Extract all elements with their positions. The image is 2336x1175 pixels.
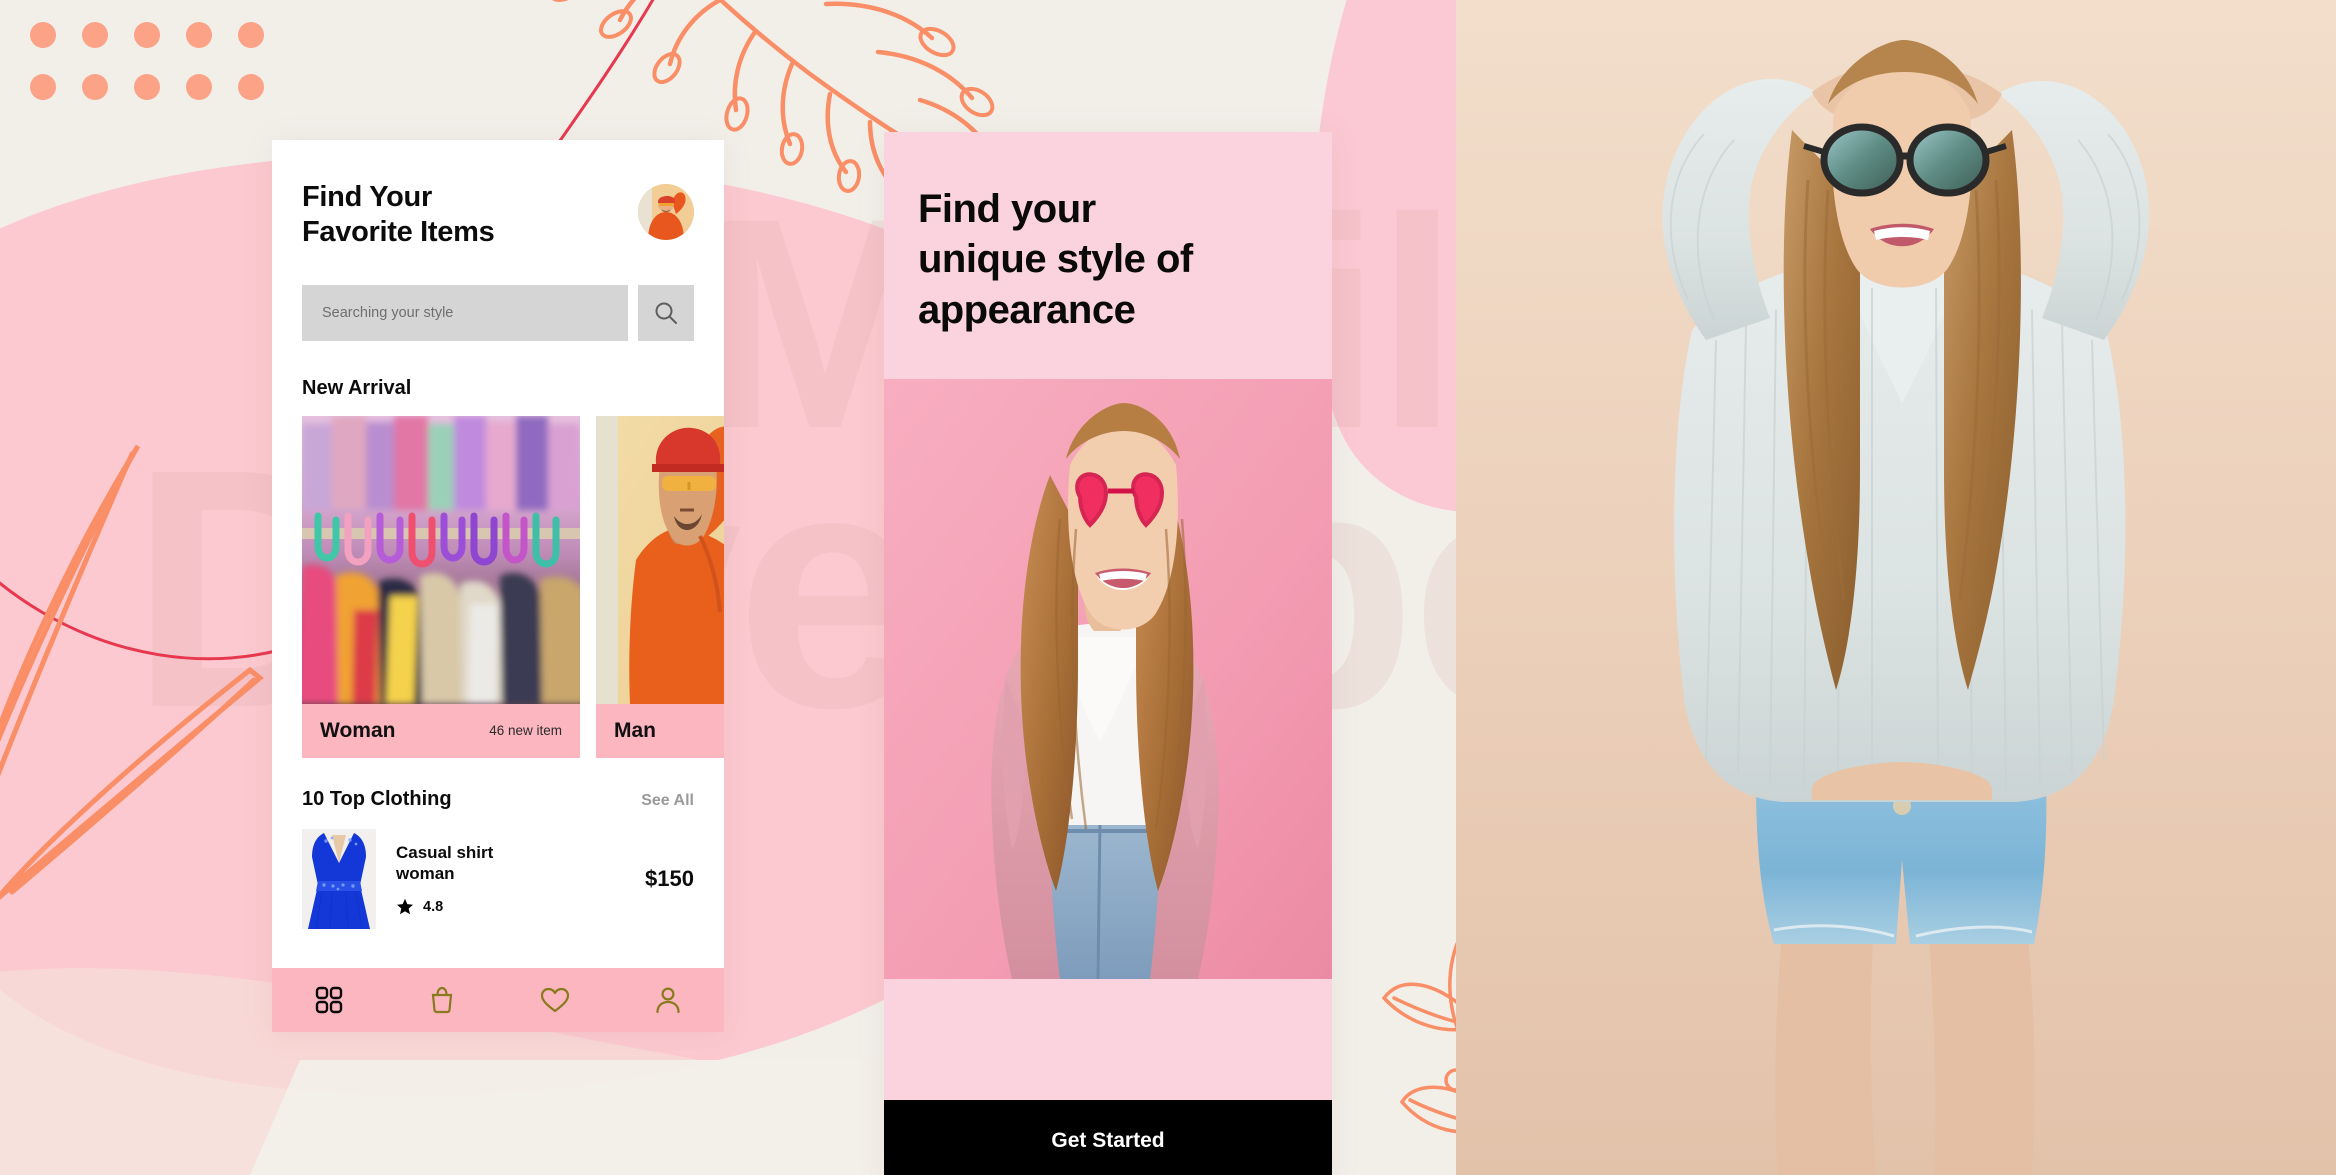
category-card-man-bar: Man — [596, 703, 724, 758]
avatar[interactable] — [638, 184, 694, 240]
tab-cart[interactable] — [419, 977, 465, 1023]
heart-icon — [540, 987, 569, 1013]
new-arrival-cards: Woman 46 new item Man — [302, 415, 724, 758]
product-rating: 4.8 — [396, 898, 625, 916]
new-arrival-title: New Arrival — [302, 376, 412, 399]
see-all-link[interactable]: See All — [641, 792, 694, 810]
phone-screen-home: Find Your Favorite Items Searching your … — [272, 140, 724, 1032]
product-list-item[interactable]: Casual shirt woman 4.8 $150 — [302, 828, 694, 929]
onboarding-title-line1: Find your — [918, 187, 1096, 231]
home-header: Find Your Favorite Items — [272, 140, 724, 251]
product-name-line1: Casual shirt — [396, 843, 494, 862]
hero-model-photo — [1456, 0, 2336, 1175]
search-input[interactable] — [302, 284, 628, 341]
category-count: 46 new item — [489, 723, 562, 739]
dot — [30, 74, 56, 100]
dot — [186, 74, 212, 100]
search-icon — [655, 302, 677, 324]
dot — [238, 22, 264, 48]
category-card-man[interactable]: Man — [596, 415, 724, 758]
star-icon — [397, 898, 413, 914]
dot — [82, 22, 108, 48]
tab-home[interactable] — [306, 977, 352, 1023]
tab-wishlist[interactable] — [532, 977, 578, 1023]
showcase-canvas: Mobile Developer — [0, 0, 2336, 1175]
dot — [186, 22, 212, 48]
search-bar — [302, 284, 694, 341]
dot — [82, 74, 108, 100]
blue-dress-photo — [302, 828, 376, 929]
top-clothing-title: 10 Top Clothing — [302, 787, 452, 810]
onboarding-title-line3: appearance — [918, 287, 1136, 332]
bottom-tab-bar — [272, 968, 724, 1032]
onboarding-model-photo — [884, 379, 1332, 980]
search-button[interactable] — [638, 284, 694, 341]
dot — [238, 74, 264, 100]
page-title: Find Your Favorite Items — [302, 180, 495, 251]
product-info: Casual shirt woman 4.8 — [396, 842, 625, 916]
product-name-line2: woman — [396, 864, 455, 884]
dot — [30, 22, 56, 48]
phone-screen-onboarding: Find your unique style of appearance Get… — [884, 132, 1332, 1175]
onboarding-hero: Find your unique style of appearance — [884, 132, 1332, 380]
page-title-line1: Find Your — [302, 181, 432, 213]
category-card-woman[interactable]: Woman 46 new item — [302, 415, 580, 758]
dot — [134, 22, 160, 48]
grid-icon — [315, 986, 342, 1014]
product-name: Casual shirt woman — [396, 842, 566, 885]
page-title-line2: Favorite Items — [302, 216, 495, 249]
dot — [134, 74, 160, 100]
dot-grid-top-left — [30, 22, 264, 100]
category-name: Woman — [320, 718, 396, 742]
onboarding-title-line2: unique style of — [918, 237, 1193, 282]
rating-value: 4.8 — [423, 898, 444, 915]
tab-profile[interactable] — [645, 977, 691, 1023]
shopping-bag-icon — [431, 986, 452, 1014]
top-clothing-header: 10 Top Clothing See All — [302, 788, 694, 811]
onboarding-title: Find your unique style of appearance — [918, 184, 1298, 335]
person-icon — [655, 987, 680, 1014]
category-card-woman-bar: Woman 46 new item — [302, 703, 580, 758]
man-orange-shirt-photo — [596, 415, 724, 704]
get-started-button[interactable]: Get Started — [884, 1100, 1332, 1175]
category-name: Man — [614, 718, 656, 742]
clothing-rack-photo — [302, 415, 580, 704]
product-price: $150 — [645, 865, 694, 891]
